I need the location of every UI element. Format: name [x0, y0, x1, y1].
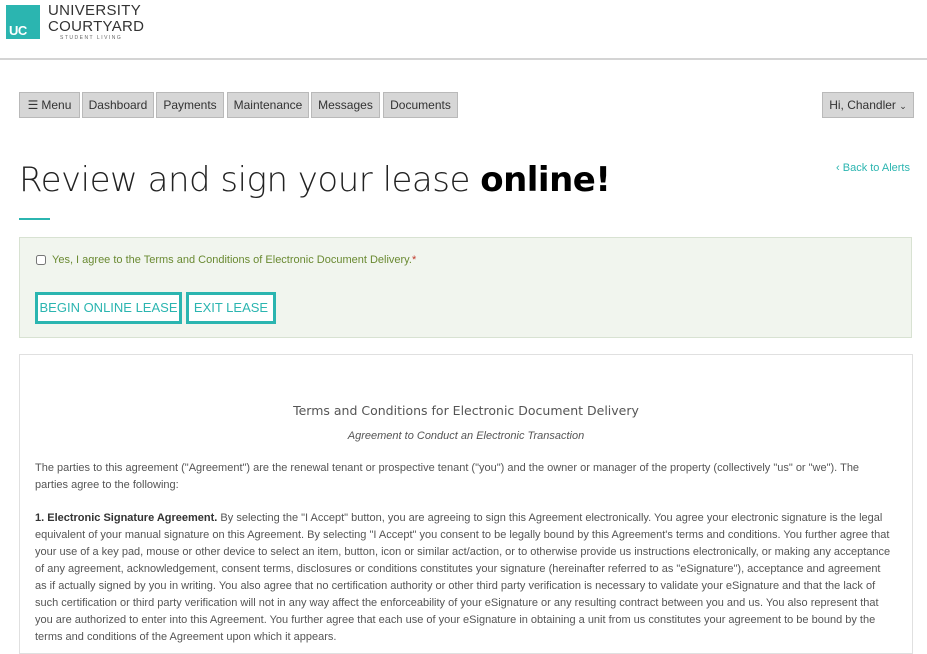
- agree-terms-row[interactable]: Yes, I agree to the Terms and Conditions…: [36, 254, 416, 266]
- brand-tagline: STUDENT LIVING: [60, 35, 123, 41]
- terms-subtitle: Agreement to Conduct an Electronic Trans…: [347, 430, 585, 442]
- page-title-light: Review and sign your lease: [19, 160, 481, 200]
- nav-item-messages[interactable]: Messages: [311, 92, 380, 118]
- agreement-panel: Yes, I agree to the Terms and Conditions…: [19, 237, 912, 338]
- required-mark: *: [411, 254, 417, 266]
- section-1-heading: 1. Electronic Signature Agreement.: [35, 512, 218, 524]
- nav-item-maintenance[interactable]: Maintenance: [227, 92, 309, 118]
- terms-section-1: 1. Electronic Signature Agreement. By se…: [35, 510, 892, 646]
- chevron-down-icon: ⌄: [899, 101, 907, 111]
- chevron-left-icon: ‹: [836, 162, 840, 174]
- user-menu-button[interactable]: Hi, Chandler ⌄: [822, 92, 914, 118]
- main-nav: ☰ Menu Dashboard Payments Maintenance Mes…: [19, 92, 914, 118]
- menu-label: Menu: [41, 98, 72, 112]
- logo-initials: UC: [9, 23, 27, 38]
- agree-terms-label: Yes, I agree to the Terms and Conditions…: [52, 254, 412, 266]
- user-greeting: Hi, Chandler: [829, 98, 896, 112]
- brand-name-line1: UNIVERSITY: [48, 2, 142, 19]
- back-to-alerts-link[interactable]: ‹ Back to Alerts: [836, 162, 910, 174]
- hamburger-icon: ☰: [27, 98, 39, 112]
- menu-button[interactable]: ☰ Menu: [19, 92, 80, 118]
- begin-online-lease-button[interactable]: BEGIN ONLINE LEASE: [35, 292, 182, 324]
- nav-item-documents[interactable]: Documents: [383, 92, 458, 118]
- agree-terms-checkbox[interactable]: [36, 255, 46, 265]
- page-title: Review and sign your lease online!: [19, 160, 611, 200]
- site-header: UC UNIVERSITY COURTYARD STUDENT LIVING: [0, 0, 927, 60]
- brand-name: UNIVERSITY COURTYARD STUDENT LIVING: [48, 3, 144, 42]
- brand-logo[interactable]: UC: [6, 5, 40, 39]
- exit-lease-button[interactable]: EXIT LEASE: [186, 292, 276, 324]
- back-link-label: Back to Alerts: [842, 162, 910, 174]
- brand-name-line2: COURTYARD: [48, 18, 145, 35]
- terms-title: Terms and Conditions for Electronic Docu…: [293, 403, 639, 418]
- terms-container: Terms and Conditions for Electronic Docu…: [19, 354, 913, 654]
- title-underline: [19, 218, 50, 220]
- nav-item-dashboard[interactable]: Dashboard: [82, 92, 154, 118]
- terms-intro: The parties to this agreement ("Agreemen…: [35, 462, 860, 491]
- page-title-bold: online!: [480, 160, 611, 200]
- section-1-body: By selecting the "I Accept" button, you …: [35, 512, 891, 643]
- nav-item-payments[interactable]: Payments: [156, 92, 224, 118]
